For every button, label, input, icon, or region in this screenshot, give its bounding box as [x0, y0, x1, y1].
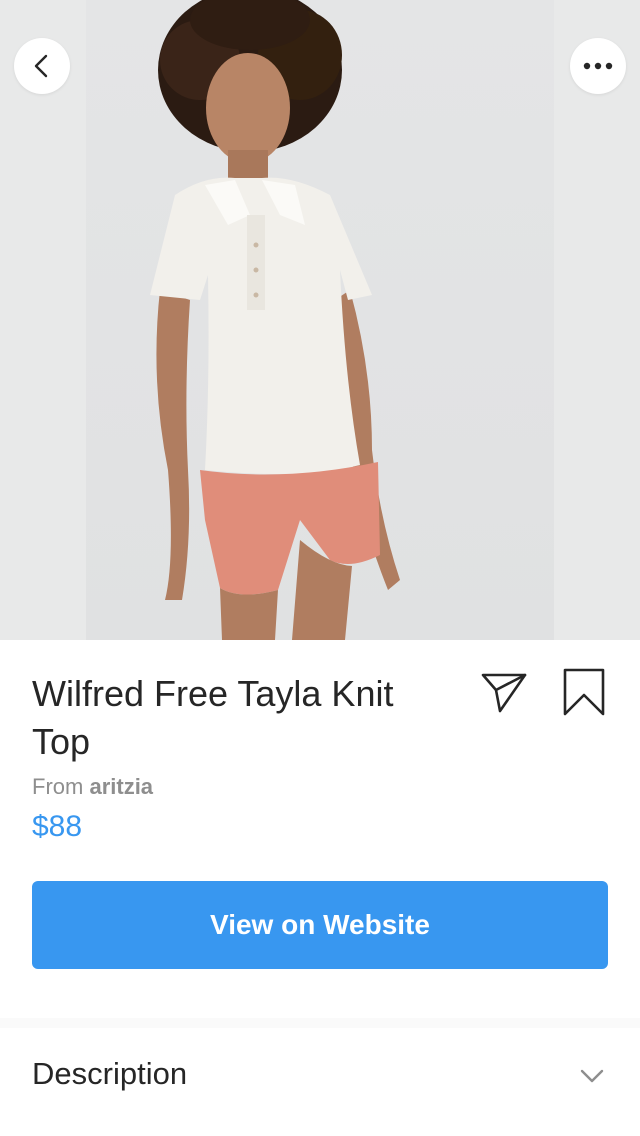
model-photo [150, 0, 400, 640]
merchant-link[interactable]: aritzia [89, 774, 153, 799]
chevron-down-icon [576, 1060, 608, 1092]
merchant-line: From aritzia [32, 774, 153, 800]
product-title: Wilfred Free Tayla Knit Top [32, 673, 394, 762]
more-options-button[interactable] [570, 38, 626, 94]
product-info: Wilfred Free Tayla Knit Top From aritzia… [0, 640, 640, 1018]
paper-plane-icon [481, 673, 527, 713]
description-label: Description [32, 1056, 188, 1091]
save-button[interactable] [558, 666, 610, 718]
chevron-left-icon [34, 54, 48, 78]
share-button[interactable] [478, 666, 530, 718]
more-horizontal-icon [583, 62, 613, 70]
product-image[interactable] [0, 0, 640, 640]
back-button[interactable] [14, 38, 70, 94]
from-prefix: From [32, 774, 90, 799]
section-divider [0, 1018, 640, 1028]
description-toggle[interactable]: Description [0, 1028, 640, 1136]
bookmark-icon [563, 668, 605, 716]
view-on-website-button[interactable]: View on Website [32, 881, 608, 969]
product-price: $88 [32, 810, 83, 843]
